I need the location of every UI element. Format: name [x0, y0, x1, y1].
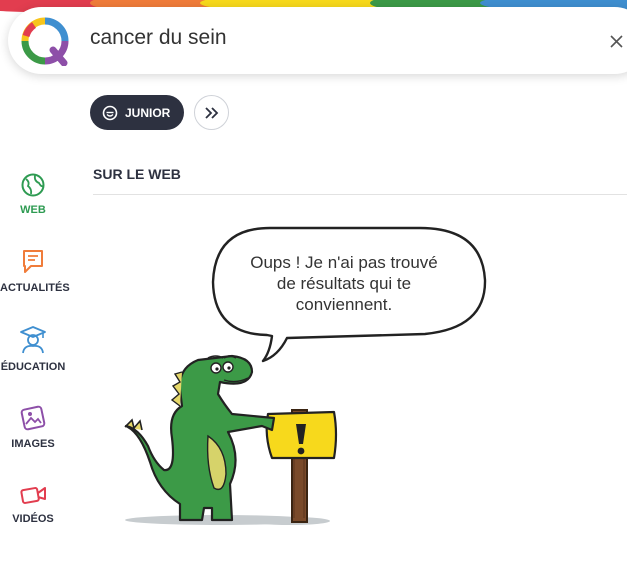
close-icon [609, 34, 623, 48]
graduate-icon [20, 326, 46, 354]
sidebar-item-images[interactable]: IMAGES [0, 404, 66, 450]
search-bar: cancer du sein [8, 7, 627, 74]
smiley-icon [102, 105, 118, 120]
sidebar-label-videos: VIDÉOS [12, 513, 54, 525]
sidebar-item-videos[interactable]: VIDÉOS [0, 483, 66, 525]
junior-mode-button[interactable]: JUNIOR [90, 95, 184, 130]
video-camera-icon [20, 487, 46, 504]
section-title: SUR LE WEB [93, 166, 181, 182]
news-bubble-icon [23, 250, 43, 273]
sidebar-label-education: ÉDUCATION [0, 361, 66, 373]
dinosaur [124, 354, 276, 522]
empty-state-line1: Oups ! Je n'ai pas trouvé [250, 253, 438, 272]
clear-search-button[interactable] [604, 29, 627, 53]
empty-state-line3: conviennent. [295, 295, 393, 314]
globe-icon [21, 173, 45, 197]
double-chevron-right-icon [204, 106, 218, 119]
empty-state-line2: de résultats qui te [276, 274, 412, 293]
sidebar-item-education[interactable]: ÉDUCATION [0, 325, 66, 373]
qwant-logo[interactable] [20, 16, 70, 66]
search-input[interactable]: cancer du sein [90, 26, 227, 50]
empty-state-message: Oups ! Je n'ai pas trouvé de résultats q… [236, 252, 452, 315]
image-icon [20, 405, 46, 431]
section-divider [93, 194, 627, 195]
sidebar-label-images: IMAGES [11, 438, 55, 450]
more-filters-button[interactable] [194, 95, 229, 130]
sidebar-label-web: WEB [20, 204, 46, 216]
sidebar-label-actualites: ACTUALITÉS [0, 282, 70, 294]
sidebar-item-actualites[interactable]: ACTUALITÉS [0, 248, 70, 294]
sidebar-item-web[interactable]: WEB [0, 172, 66, 216]
junior-label: JUNIOR [125, 105, 171, 120]
